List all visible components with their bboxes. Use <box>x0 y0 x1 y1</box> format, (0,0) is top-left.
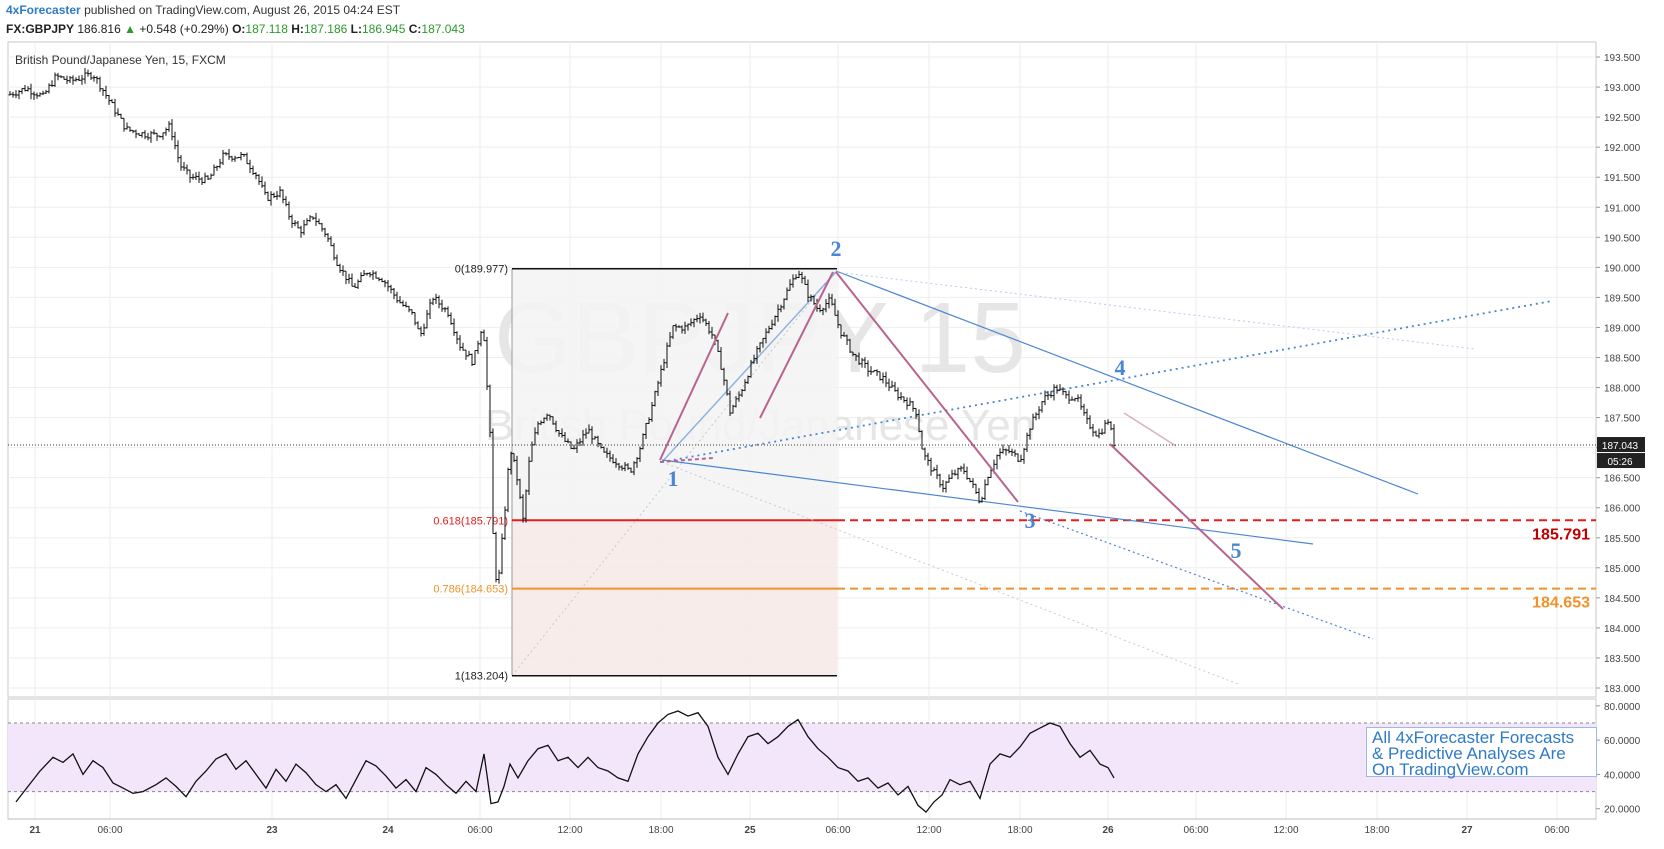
wave-label: 3 <box>1025 508 1036 533</box>
y-tick-label: 186.000 <box>1604 504 1641 515</box>
rsi-y-tick-label: 20.0000 <box>1604 805 1641 816</box>
y-tick-label: 184.500 <box>1604 594 1641 605</box>
fib-zone-lower <box>512 520 837 676</box>
x-tick-label: 06:00 <box>1544 825 1569 836</box>
x-tick-label: 25 <box>744 825 756 836</box>
x-tick-label: 12:00 <box>557 825 582 836</box>
y-tick-label: 193.500 <box>1604 53 1641 64</box>
instrument-label: British Pound/Japanese Yen, 15, FXCM <box>15 53 226 67</box>
x-tick-label: 06:00 <box>825 825 850 836</box>
y-tick-label: 193.000 <box>1604 83 1641 94</box>
promo-line-3: On TradingView.com <box>1372 760 1529 779</box>
wave-label: 2 <box>831 236 842 261</box>
y-tick-label: 189.000 <box>1604 323 1641 334</box>
rsi-band <box>8 723 1596 792</box>
y-tick-label: 190.500 <box>1604 233 1641 244</box>
y-tick-label: 188.000 <box>1604 384 1641 395</box>
x-tick-label: 06:00 <box>1183 825 1208 836</box>
x-tick-label: 06:00 <box>97 825 122 836</box>
promo-box[interactable]: All 4xForecaster Forecasts & Predictive … <box>1366 727 1597 779</box>
x-tick-label: 18:00 <box>1364 825 1389 836</box>
y-tick-label: 191.500 <box>1604 173 1641 184</box>
x-tick-label: 27 <box>1461 825 1473 836</box>
wave-label: 1 <box>668 466 679 491</box>
wave-label: 5 <box>1231 538 1242 563</box>
y-tick-label: 188.500 <box>1604 353 1641 364</box>
rsi-y-tick-label: 60.0000 <box>1604 736 1641 747</box>
y-tick-label: 185.000 <box>1604 564 1641 575</box>
fib-level-label: 1(183.204) <box>455 671 508 683</box>
y-tick-label: 184.000 <box>1604 624 1641 635</box>
x-tick-label: 18:00 <box>648 825 673 836</box>
price-chart[interactable]: GBPJPY 15 British Pound/Japanese Yen 0(1… <box>0 0 1664 849</box>
y-tick-label: 183.500 <box>1604 654 1641 665</box>
x-tick-label: 18:00 <box>1007 825 1032 836</box>
y-tick-label: 186.500 <box>1604 474 1641 485</box>
y-tick-label: 192.000 <box>1604 143 1641 154</box>
y-tick-label: 190.000 <box>1604 263 1641 274</box>
y-tick-label: 183.000 <box>1604 684 1641 695</box>
x-tick-label: 26 <box>1102 825 1114 836</box>
x-tick-label: 21 <box>29 825 41 836</box>
x-tick-label: 06:00 <box>467 825 492 836</box>
y-tick-label: 192.500 <box>1604 113 1641 124</box>
fib-right-label: 184.653 <box>1532 595 1590 612</box>
x-tick-label: 12:00 <box>916 825 941 836</box>
fib-right-label: 185.791 <box>1532 526 1590 543</box>
wave-label: 4 <box>1115 355 1126 380</box>
last-price-tag-label: 187.043 <box>1602 441 1639 452</box>
y-tick-label: 189.500 <box>1604 293 1641 304</box>
rsi-y-tick-label: 40.0000 <box>1604 770 1641 781</box>
countdown-label: 05:26 <box>1607 457 1632 468</box>
rsi-y-tick-label: 80.0000 <box>1604 702 1641 713</box>
x-tick-label: 24 <box>382 825 394 836</box>
fib-level-label: 0.786(184.653) <box>433 584 508 596</box>
x-tick-label: 12:00 <box>1273 825 1298 836</box>
y-tick-label: 187.500 <box>1604 414 1641 425</box>
y-tick-label: 191.000 <box>1604 203 1641 214</box>
fib-level-label: 0(189.977) <box>455 264 508 276</box>
fib-level-label: 0.618(185.791) <box>433 515 508 527</box>
y-tick-label: 185.500 <box>1604 534 1641 545</box>
x-tick-label: 23 <box>266 825 278 836</box>
